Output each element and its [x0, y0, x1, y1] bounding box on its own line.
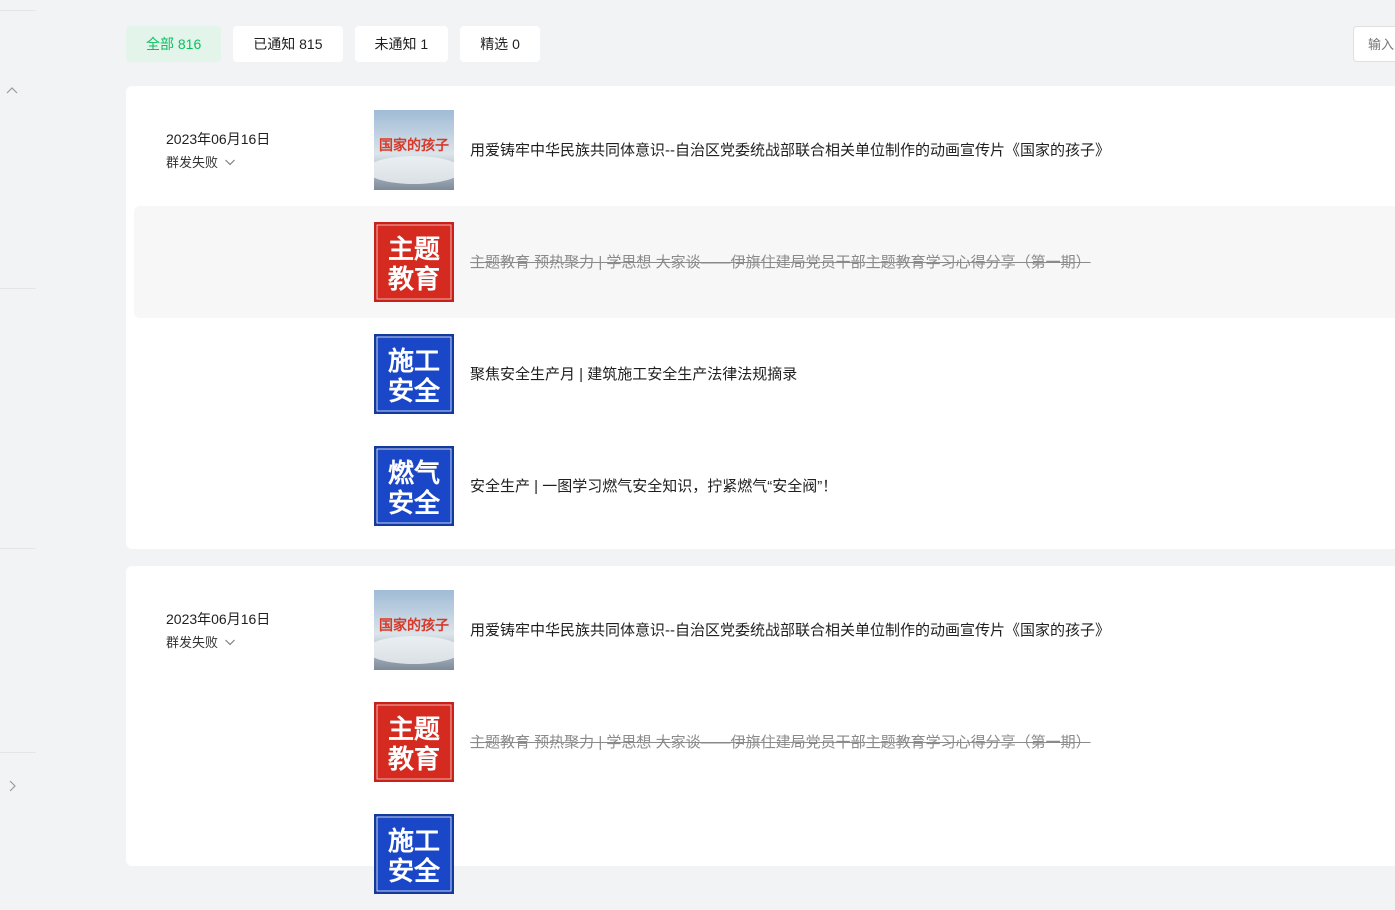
article-row[interactable]: 主题 教育 主题教育 预热聚力 | 学思想 大家谈——伊旗住建局党员干部主题教育… [134, 686, 1395, 798]
article-row[interactable]: 主题 教育 主题教育 预热聚力 | 学思想 大家谈——伊旗住建局党员干部主题教育… [134, 206, 1395, 318]
article-row[interactable]: 燃气 安全 安全生产 | 一图学习燃气安全知识，拧紧燃气“安全阀”！ [134, 430, 1395, 542]
sidebar-divider [0, 288, 36, 289]
thumbnail-caption: 安全 [388, 488, 441, 519]
article-title[interactable]: 主题教育 预热聚力 | 学思想 大家谈——伊旗住建局党员干部主题教育学习心得分享… [470, 251, 1091, 272]
sidebar-divider [0, 548, 36, 549]
article-title[interactable]: 用爱铸牢中华民族共同体意识--自治区党委统战部联合相关单位制作的动画宣传片《国家… [470, 139, 1110, 160]
thumbnail-caption: 施工 [388, 826, 440, 857]
message-group-card: 2023年06月16日 群发失败 国家的孩子 用爱铸牢中华民族共同体意识--自治… [126, 86, 1395, 549]
chevron-up-icon[interactable] [5, 84, 19, 98]
tab-featured[interactable]: 精选 0 [460, 26, 540, 62]
article-title[interactable]: 聚焦安全生产月 | 建筑施工安全生产法律法规摘录 [470, 363, 797, 384]
thumbnail-caption: 施工 [388, 346, 440, 377]
article-row[interactable]: 国家的孩子 用爱铸牢中华民族共同体意识--自治区党委统战部联合相关单位制作的动画… [134, 94, 1395, 206]
chevron-right-icon[interactable] [5, 779, 19, 793]
thumbnail-caption: 主题 [388, 235, 440, 265]
article-title[interactable]: 安全生产 | 一图学习燃气安全知识，拧紧燃气“安全阀”！ [470, 475, 837, 496]
thumbnail-caption: 安全 [388, 856, 441, 887]
article-title[interactable]: 用爱铸牢中华民族共同体意识--自治区党委统战部联合相关单位制作的动画宣传片《国家… [470, 619, 1110, 640]
article-thumbnail: 施工 安全 [374, 334, 454, 414]
article-thumbnail: 国家的孩子 [374, 590, 454, 670]
article-thumbnail: 主题 教育 [374, 702, 454, 782]
sidebar-divider [0, 10, 36, 11]
thumbnail-caption: 燃气 [388, 458, 440, 489]
sidebar [0, 0, 36, 836]
article-thumbnail: 主题 教育 [374, 222, 454, 302]
article-thumbnail: 国家的孩子 [374, 110, 454, 190]
filter-tabs: 全部 816 已通知 815 未通知 1 精选 0 [126, 26, 540, 62]
tab-not-notified[interactable]: 未通知 1 [354, 26, 449, 62]
thumbnail-caption: 安全 [388, 376, 441, 407]
thumbnail-caption: 教育 [388, 744, 440, 775]
tab-notified[interactable]: 已通知 815 [233, 26, 343, 62]
thumbnail-caption: 国家的孩子 [379, 617, 449, 634]
article-thumbnail: 施工 安全 [374, 814, 454, 894]
sidebar-divider [0, 752, 36, 753]
article-row[interactable]: 施工 安全 [134, 798, 1395, 910]
message-group-card: 2023年06月16日 群发失败 国家的孩子 用爱铸牢中华民族共同体意识--自治… [126, 566, 1395, 894]
article-row[interactable]: 国家的孩子 用爱铸牢中华民族共同体意识--自治区党委统战部联合相关单位制作的动画… [134, 574, 1395, 686]
thumbnail-caption: 教育 [388, 264, 440, 295]
tab-all[interactable]: 全部 816 [126, 26, 222, 62]
article-title[interactable]: 主题教育 预热聚力 | 学思想 大家谈——伊旗住建局党员干部主题教育学习心得分享… [470, 731, 1091, 752]
search-input[interactable] [1353, 26, 1395, 62]
thumbnail-caption: 主题 [388, 715, 440, 745]
thumbnail-caption: 国家的孩子 [379, 137, 449, 154]
article-row[interactable]: 施工 安全 聚焦安全生产月 | 建筑施工安全生产法律法规摘录 [134, 318, 1395, 430]
article-thumbnail: 燃气 安全 [374, 446, 454, 526]
